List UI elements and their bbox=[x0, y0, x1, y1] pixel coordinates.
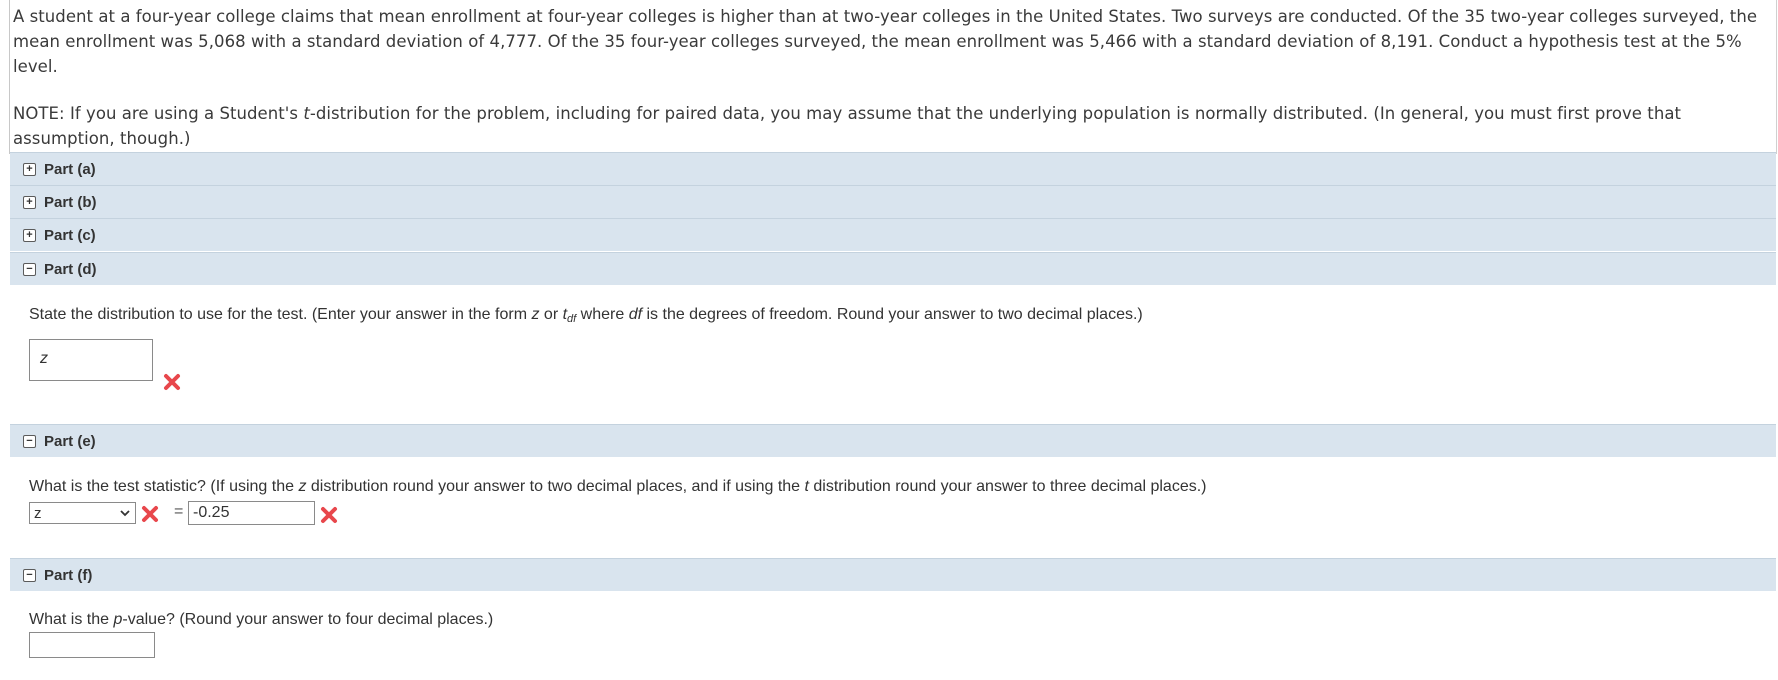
part-e-distribution-select[interactable]: z bbox=[29, 502, 136, 524]
collapse-icon[interactable]: − bbox=[23, 434, 36, 448]
part-e-question: What is the test statistic? (If using th… bbox=[29, 478, 1207, 495]
expand-icon[interactable]: + bbox=[23, 162, 36, 176]
part-e-label: Part (e) bbox=[44, 432, 96, 450]
page: A student at a four-year college claims … bbox=[0, 0, 1778, 680]
expand-icon[interactable]: + bbox=[23, 228, 36, 242]
part-e-header[interactable]: − Part (e) bbox=[10, 424, 1776, 457]
chevron-down-icon bbox=[120, 510, 130, 517]
part-a-label: Part (a) bbox=[44, 160, 96, 178]
part-d-header[interactable]: − Part (d) bbox=[10, 252, 1776, 285]
part-c-label: Part (c) bbox=[44, 226, 96, 244]
equals-sign: = bbox=[174, 503, 184, 520]
expand-icon[interactable]: + bbox=[23, 195, 36, 209]
part-d-answer-input[interactable]: z bbox=[29, 339, 153, 381]
right-border bbox=[1776, 0, 1777, 154]
part-f-answer-input[interactable] bbox=[29, 632, 155, 658]
part-d-label: Part (d) bbox=[44, 260, 97, 278]
part-d-question: State the distribution to use for the te… bbox=[29, 306, 1143, 325]
part-f-header[interactable]: − Part (f) bbox=[10, 558, 1776, 591]
collapse-icon[interactable]: − bbox=[23, 262, 36, 276]
problem-note: NOTE: If you are using a Student's t-dis… bbox=[13, 104, 1682, 148]
collapse-icon[interactable]: − bbox=[23, 568, 36, 582]
left-border bbox=[9, 0, 10, 154]
part-c-header[interactable]: + Part (c) bbox=[10, 218, 1776, 251]
problem-statement: A student at a four-year college claims … bbox=[13, 7, 1758, 76]
incorrect-icon bbox=[164, 374, 180, 390]
incorrect-icon bbox=[142, 506, 158, 522]
part-f-question: What is the p-value? (Round your answer … bbox=[29, 611, 494, 628]
part-e-answer-input[interactable]: -0.25 bbox=[188, 501, 315, 525]
part-b-header[interactable]: + Part (b) bbox=[10, 185, 1776, 218]
part-a-header[interactable]: + Part (a) bbox=[10, 152, 1776, 185]
problem-intro: A student at a four-year college claims … bbox=[13, 4, 1775, 151]
part-f-label: Part (f) bbox=[44, 566, 93, 584]
part-b-label: Part (b) bbox=[44, 193, 97, 211]
incorrect-icon bbox=[321, 507, 337, 523]
